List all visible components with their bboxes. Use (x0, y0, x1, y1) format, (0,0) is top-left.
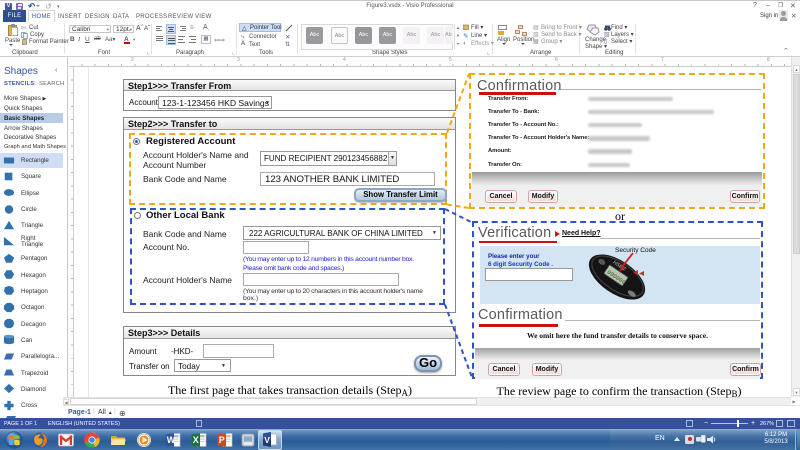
svg-text:X: X (193, 435, 199, 445)
svg-text:V: V (264, 435, 270, 445)
svg-text:W: W (167, 435, 176, 445)
svg-text:P: P (219, 435, 225, 445)
